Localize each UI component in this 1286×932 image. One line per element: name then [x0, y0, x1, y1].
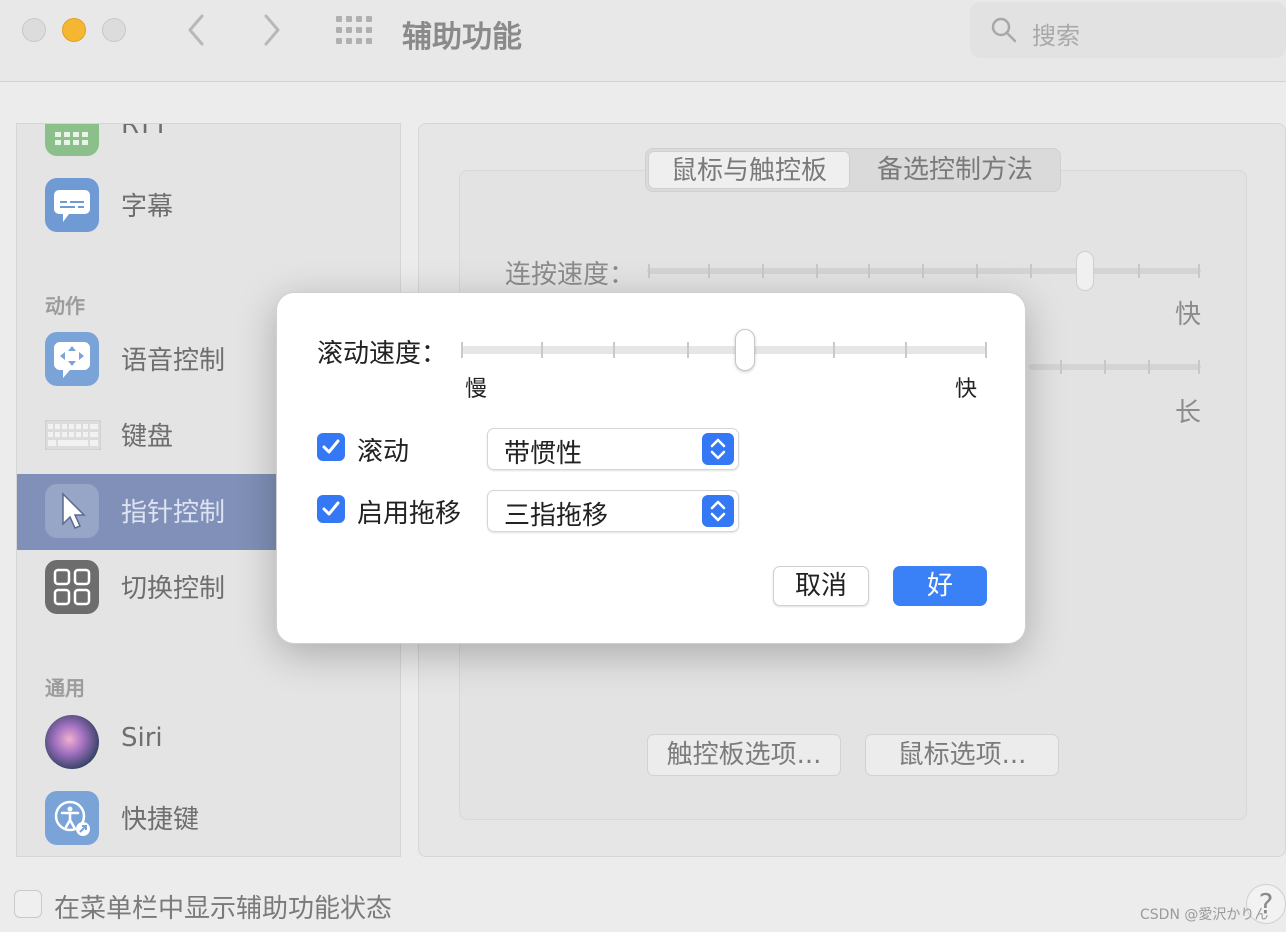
chevron-left-icon — [188, 14, 204, 46]
show-all-button[interactable] — [334, 14, 374, 46]
trackpad-options-dialog: 滚动速度： 慢 快 滚动 带惯性 启用拖移 三指拖移 取消 好 — [276, 292, 1026, 644]
sidebar-item-label: 字幕 — [121, 192, 174, 222]
slider-tick — [868, 264, 870, 278]
title-bar: 辅助功能 搜索 — [0, 0, 1286, 82]
sidebar-item-label: 指针控制 — [121, 498, 226, 528]
ok-button[interactable]: 好 — [893, 566, 987, 606]
switch-grid-icon — [45, 560, 99, 614]
slider-tick — [613, 342, 615, 358]
sidebar-item-label: 语音控制 — [121, 346, 226, 376]
minimize-window-button[interactable] — [62, 18, 86, 42]
watermark: CSDN @愛沢かりん — [1140, 907, 1269, 923]
search-field[interactable]: 搜索 — [970, 2, 1286, 58]
slider-tick — [687, 342, 689, 358]
slider-tick — [648, 264, 650, 278]
scroll-speed-knob[interactable] — [735, 329, 756, 371]
drag-mode-popup[interactable]: 三指拖移 — [487, 490, 739, 532]
slider-tick — [541, 342, 543, 358]
sidebar-item-siri[interactable]: Siri — [17, 705, 400, 781]
double-click-speed-label: 连按速度： — [505, 260, 636, 290]
sidebar-item-label: RTT — [121, 123, 169, 140]
sidebar-item-label: 快捷键 — [121, 805, 200, 835]
system-preferences-window: 辅助功能 搜索 RTT 字幕 动作 语音控制 键盘 指针控制 切换控制 通用 S… — [0, 0, 1286, 932]
scroll-mode-value: 带惯性 — [504, 439, 583, 469]
checkmark-icon — [322, 439, 340, 454]
slider-tick — [1198, 360, 1200, 374]
scroll-checkbox-label: 滚动 — [357, 437, 410, 467]
drag-checkbox[interactable] — [317, 495, 345, 523]
show-status-checkbox[interactable] — [14, 890, 42, 918]
slider-tick — [1138, 264, 1140, 278]
slider-tick — [1104, 360, 1106, 374]
slider-tick — [816, 264, 818, 278]
slider-tick — [762, 264, 764, 278]
up-down-arrows-icon — [702, 433, 734, 465]
slider-tick — [922, 264, 924, 278]
window-title: 辅助功能 — [402, 20, 522, 55]
slider-tick — [708, 264, 710, 278]
keyboard-grid-icon — [45, 124, 99, 156]
checkmark-icon — [322, 501, 340, 516]
tab-alternate-control[interactable]: 备选控制方法 — [852, 151, 1058, 189]
grid-icon — [336, 16, 372, 44]
chevron-right-icon — [264, 14, 280, 46]
back-button[interactable] — [180, 12, 216, 48]
double-click-fast-label: 快 — [1175, 300, 1202, 330]
drag-mode-value: 三指拖移 — [504, 501, 609, 531]
slider-tick — [1060, 360, 1062, 374]
sidebar-item-rtt[interactable]: RTT — [17, 123, 400, 168]
scroll-checkbox[interactable] — [317, 433, 345, 461]
slider-tick — [1198, 264, 1200, 278]
tab-mouse-trackpad[interactable]: 鼠标与触控板 — [648, 151, 850, 189]
voice-control-icon — [45, 332, 99, 386]
search-placeholder: 搜索 — [1032, 22, 1080, 50]
slider-tick — [461, 342, 463, 358]
show-status-label: 在菜单栏中显示辅助功能状态 — [54, 894, 393, 924]
sidebar-item-captions[interactable]: 字幕 — [17, 168, 400, 244]
slow-label: 慢 — [465, 377, 488, 402]
scroll-speed-track[interactable] — [461, 346, 987, 354]
tab-segment-control: 鼠标与触控板 备选控制方法 — [645, 148, 1061, 192]
keyboard-icon — [44, 419, 102, 451]
section-header-action: 动作 — [45, 294, 85, 318]
caption-bubble-icon — [45, 178, 99, 232]
slider-tick — [905, 342, 907, 358]
sidebar-item-shortcut[interactable]: 快捷键 — [17, 781, 400, 856]
cancel-button[interactable]: 取消 — [773, 566, 869, 606]
pointer-icon — [45, 484, 99, 538]
drag-checkbox-label: 启用拖移 — [357, 499, 462, 529]
sidebar-item-label: Siri — [121, 723, 163, 753]
slider-tick — [1148, 360, 1150, 374]
slider-tick — [985, 342, 987, 358]
mouse-options-button[interactable]: 鼠标选项... — [865, 734, 1059, 776]
siri-icon — [45, 715, 99, 769]
accessibility-shortcut-icon — [45, 791, 99, 845]
spring-loading-track — [1029, 364, 1201, 370]
search-icon — [991, 17, 1017, 43]
section-header-general: 通用 — [45, 676, 85, 700]
slider-tick — [1030, 264, 1032, 278]
double-click-speed-knob[interactable] — [1076, 251, 1094, 291]
slider-tick — [976, 264, 978, 278]
forward-button[interactable] — [254, 12, 290, 48]
spring-loading-long-label: 长 — [1175, 398, 1202, 428]
sidebar-item-label: 切换控制 — [121, 574, 226, 604]
zoom-window-button[interactable] — [102, 18, 126, 42]
sidebar-item-label: 键盘 — [121, 422, 174, 452]
trackpad-options-button[interactable]: 触控板选项... — [647, 734, 841, 776]
scroll-speed-label: 滚动速度： — [317, 339, 448, 369]
slider-tick — [833, 342, 835, 358]
double-click-speed-track — [647, 268, 1201, 274]
up-down-arrows-icon — [702, 495, 734, 527]
scroll-mode-popup[interactable]: 带惯性 — [487, 428, 739, 470]
fast-label: 快 — [955, 377, 978, 402]
close-window-button[interactable] — [22, 18, 46, 42]
